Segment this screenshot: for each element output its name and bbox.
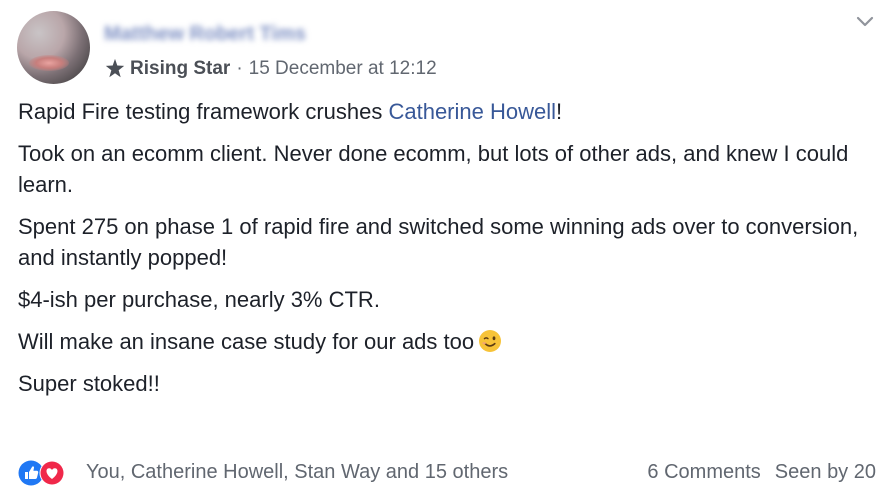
post-paragraph: Rapid Fire testing framework crushes Cat… xyxy=(18,96,880,127)
star-badge-icon xyxy=(105,58,125,78)
author-name[interactable]: Matthew Robert Tims xyxy=(104,23,306,46)
post-text: Rapid Fire testing framework crushes xyxy=(18,99,389,124)
seen-by-link[interactable]: Seen by 20 xyxy=(775,461,876,484)
meta-separator: · xyxy=(236,58,243,79)
mention-link[interactable]: Catherine Howell xyxy=(388,99,556,124)
footer-stats: 6 Comments Seen by 20 xyxy=(647,461,876,484)
post-paragraph: Spent 275 on phase 1 of rapid fire and s… xyxy=(18,214,859,270)
post-text: ! xyxy=(556,99,563,124)
author-avatar[interactable] xyxy=(17,11,90,84)
post-paragraph: Will make an insane case study for our a… xyxy=(18,326,880,357)
post-text: Will make an insane case study for our a… xyxy=(18,329,475,354)
reaction-icons[interactable] xyxy=(18,457,72,487)
post-footer: You, Catherine Howell, Stan Way and 15 o… xyxy=(18,456,876,488)
post-body: Rapid Fire testing framework crushes Cat… xyxy=(18,96,880,410)
post-paragraph: $4-ish per purchase, nearly 3% CTR. xyxy=(18,287,380,312)
post-paragraph: Super stoked!! xyxy=(18,371,160,396)
love-icon[interactable] xyxy=(39,460,65,486)
post-paragraph: Took on an ecomm client. Never done ecom… xyxy=(18,141,849,197)
comments-count-link[interactable]: 6 Comments xyxy=(647,461,760,484)
chevron-down-icon[interactable] xyxy=(856,16,874,28)
avatar-image-detail xyxy=(29,55,69,71)
rising-star-badge[interactable]: Rising Star xyxy=(130,58,230,80)
post-timestamp[interactable]: 15 December at 12:12 xyxy=(249,58,437,80)
post-meta: Rising Star · 15 December at 12:12 xyxy=(104,57,437,81)
winking-face-emoji-icon xyxy=(479,330,502,352)
reactions-summary[interactable]: You, Catherine Howell, Stan Way and 15 o… xyxy=(86,461,508,484)
